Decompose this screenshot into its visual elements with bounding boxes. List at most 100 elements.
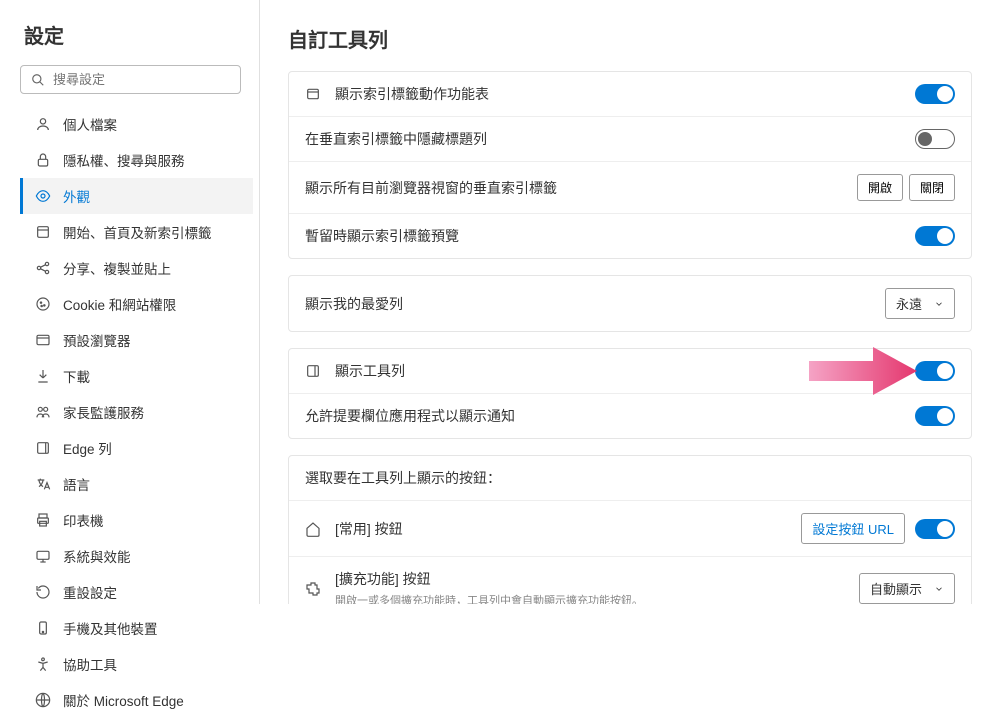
row-allow-notifications: 允許提要欄位應用程式以顯示通知 — [289, 394, 971, 438]
printer-icon — [35, 512, 51, 528]
sidebar-item-phone[interactable]: 手機及其他裝置 — [20, 610, 253, 646]
chevron-down-icon — [934, 584, 944, 594]
row-label: [擴充功能] 按鈕 — [335, 569, 859, 589]
sidebar-item-default-browser[interactable]: 預設瀏覽器 — [20, 322, 253, 358]
phone-icon — [35, 620, 51, 636]
extension-icon — [305, 581, 321, 597]
dropdown-favorites-bar[interactable]: 永遠 — [885, 288, 955, 319]
sidebar-item-about[interactable]: 關於 Microsoft Edge — [20, 682, 253, 718]
sidebar-item-label: 下載 — [63, 366, 90, 386]
sidebar-item-label: 外觀 — [63, 186, 90, 206]
search-icon — [31, 73, 45, 87]
row-home-button: [常用] 按鈕 設定按鈕 URL — [289, 501, 971, 557]
profile-icon — [35, 116, 51, 132]
row-vertical-tabs-all-windows: 顯示所有目前瀏覽器視窗的垂直索引標籤 開啟 關閉 — [289, 162, 971, 214]
row-label: [常用] 按鈕 — [335, 519, 801, 539]
share-icon — [35, 260, 51, 276]
sidebar-item-family[interactable]: 家長監護服務 — [20, 394, 253, 430]
toggle-show-toolbar[interactable] — [915, 361, 955, 381]
dropdown-value: 自動顯示 — [870, 579, 922, 598]
sidebar-item-label: Edge 列 — [63, 438, 112, 458]
sidebar-item-label: 印表機 — [63, 510, 104, 530]
sidebar-title: 設定 — [20, 20, 259, 49]
sidebar-item-label: 系統與效能 — [63, 546, 131, 566]
section-tab-options: 顯示索引標籤動作功能表 在垂直索引標籤中隱藏標題列 顯示所有目前瀏覽器視窗的垂直… — [288, 71, 972, 259]
row-label: 在垂直索引標籤中隱藏標題列 — [305, 129, 915, 149]
toggle-tab-actions-menu[interactable] — [915, 84, 955, 104]
sidebar-item-accessibility[interactable]: 協助工具 — [20, 646, 253, 682]
sidebar-item-system[interactable]: 系統與效能 — [20, 538, 253, 574]
btn-turn-on[interactable]: 開啟 — [857, 174, 903, 201]
sidebar-item-downloads[interactable]: 下載 — [20, 358, 253, 394]
dropdown-extensions[interactable]: 自動顯示 — [859, 573, 955, 604]
row-label: 暫留時顯示索引標籤預覽 — [305, 226, 915, 246]
system-icon — [35, 548, 51, 564]
row-show-favorites-bar: 顯示我的最愛列 永遠 — [289, 276, 971, 331]
sidebar-item-appearance[interactable]: 外觀 — [20, 178, 253, 214]
toggle-home-button[interactable] — [915, 519, 955, 539]
sidebar-item-label: 語言 — [63, 474, 90, 494]
accessibility-icon — [35, 656, 51, 672]
settings-sidebar: 設定 個人檔案 隱私權、搜尋與服務 外觀 開始、首頁及新索引標籤 分享、複製並貼… — [0, 0, 260, 604]
row-label: 允許提要欄位應用程式以顯示通知 — [305, 406, 915, 426]
chevron-down-icon — [934, 299, 944, 309]
sidebar-item-start[interactable]: 開始、首頁及新索引標籤 — [20, 214, 253, 250]
start-icon — [35, 224, 51, 240]
browser-icon — [35, 332, 51, 348]
search-input[interactable] — [53, 72, 230, 87]
sidebar-item-label: 手機及其他裝置 — [63, 618, 158, 638]
row-label: 顯示工具列 — [335, 361, 915, 381]
search-box[interactable] — [20, 65, 241, 94]
row-description: 開啟一或多個擴充功能時，工具列中會自動顯示擴充功能按鈕。 — [335, 592, 859, 604]
reset-icon — [35, 584, 51, 600]
edge-icon — [35, 440, 51, 456]
sidebar-item-profile[interactable]: 個人檔案 — [20, 106, 253, 142]
family-icon — [35, 404, 51, 420]
about-icon — [35, 692, 51, 708]
sidebar-item-label: 協助工具 — [63, 654, 117, 674]
sidebar-nav: 個人檔案 隱私權、搜尋與服務 外觀 開始、首頁及新索引標籤 分享、複製並貼上 C… — [20, 106, 259, 718]
sidebar-item-privacy[interactable]: 隱私權、搜尋與服務 — [20, 142, 253, 178]
row-show-toolbar: 顯示工具列 — [289, 349, 971, 394]
row-extensions-button: [擴充功能] 按鈕 開啟一或多個擴充功能時，工具列中會自動顯示擴充功能按鈕。 自… — [289, 557, 971, 604]
section-toolbar: 顯示工具列 允許提要欄位應用程式以顯示通知 — [288, 348, 972, 439]
section-favorites-bar: 顯示我的最愛列 永遠 — [288, 275, 972, 332]
section-header-label: 選取要在工具列上顯示的按鈕： — [305, 468, 955, 488]
row-tab-actions-menu: 顯示索引標籤動作功能表 — [289, 72, 971, 117]
row-text: [擴充功能] 按鈕 開啟一或多個擴充功能時，工具列中會自動顯示擴充功能按鈕。 — [335, 569, 859, 604]
row-hover-preview: 暫留時顯示索引標籤預覽 — [289, 214, 971, 258]
button-pair: 開啟 關閉 — [857, 174, 955, 201]
language-icon — [35, 476, 51, 492]
sidebar-item-printer[interactable]: 印表機 — [20, 502, 253, 538]
sidebar-item-share[interactable]: 分享、複製並貼上 — [20, 250, 253, 286]
sidebar-item-reset[interactable]: 重設設定 — [20, 574, 253, 610]
download-icon — [35, 368, 51, 384]
tab-icon — [305, 86, 321, 102]
row-label: 顯示所有目前瀏覽器視窗的垂直索引標籤 — [305, 178, 857, 198]
toggle-hide-title-vertical[interactable] — [915, 129, 955, 149]
cookie-icon — [35, 296, 51, 312]
btn-turn-off[interactable]: 關閉 — [909, 174, 955, 201]
sidebar-item-cookies[interactable]: Cookie 和網站權限 — [20, 286, 253, 322]
toggle-allow-notifications[interactable] — [915, 406, 955, 426]
lock-icon — [35, 152, 51, 168]
set-button-url-link[interactable]: 設定按鈕 URL — [801, 513, 905, 544]
sidebar-item-label: 家長監護服務 — [63, 402, 144, 422]
sidebar-item-label: 重設設定 — [63, 582, 117, 602]
sidebar-item-language[interactable]: 語言 — [20, 466, 253, 502]
row-header-buttons: 選取要在工具列上顯示的按鈕： — [289, 456, 971, 501]
main-title: 自訂工具列 — [288, 24, 972, 53]
main-content: 自訂工具列 顯示索引標籤動作功能表 在垂直索引標籤中隱藏標題列 顯示所有目前瀏覽… — [260, 0, 1000, 604]
sidebar-item-edge-bar[interactable]: Edge 列 — [20, 430, 253, 466]
toggle-hover-preview[interactable] — [915, 226, 955, 246]
sidebar-item-label: 關於 Microsoft Edge — [63, 690, 184, 710]
dropdown-value: 永遠 — [896, 294, 922, 313]
sidebar-item-label: 開始、首頁及新索引標籤 — [63, 222, 212, 242]
sidebar-item-label: 隱私權、搜尋與服務 — [63, 150, 185, 170]
sidebar-icon — [305, 363, 321, 379]
sidebar-item-label: 分享、複製並貼上 — [63, 258, 171, 278]
row-label: 顯示我的最愛列 — [305, 294, 885, 314]
row-label: 顯示索引標籤動作功能表 — [335, 84, 915, 104]
section-toolbar-buttons: 選取要在工具列上顯示的按鈕： [常用] 按鈕 設定按鈕 URL [擴充功能] 按… — [288, 455, 972, 604]
row-hide-title-vertical: 在垂直索引標籤中隱藏標題列 — [289, 117, 971, 162]
